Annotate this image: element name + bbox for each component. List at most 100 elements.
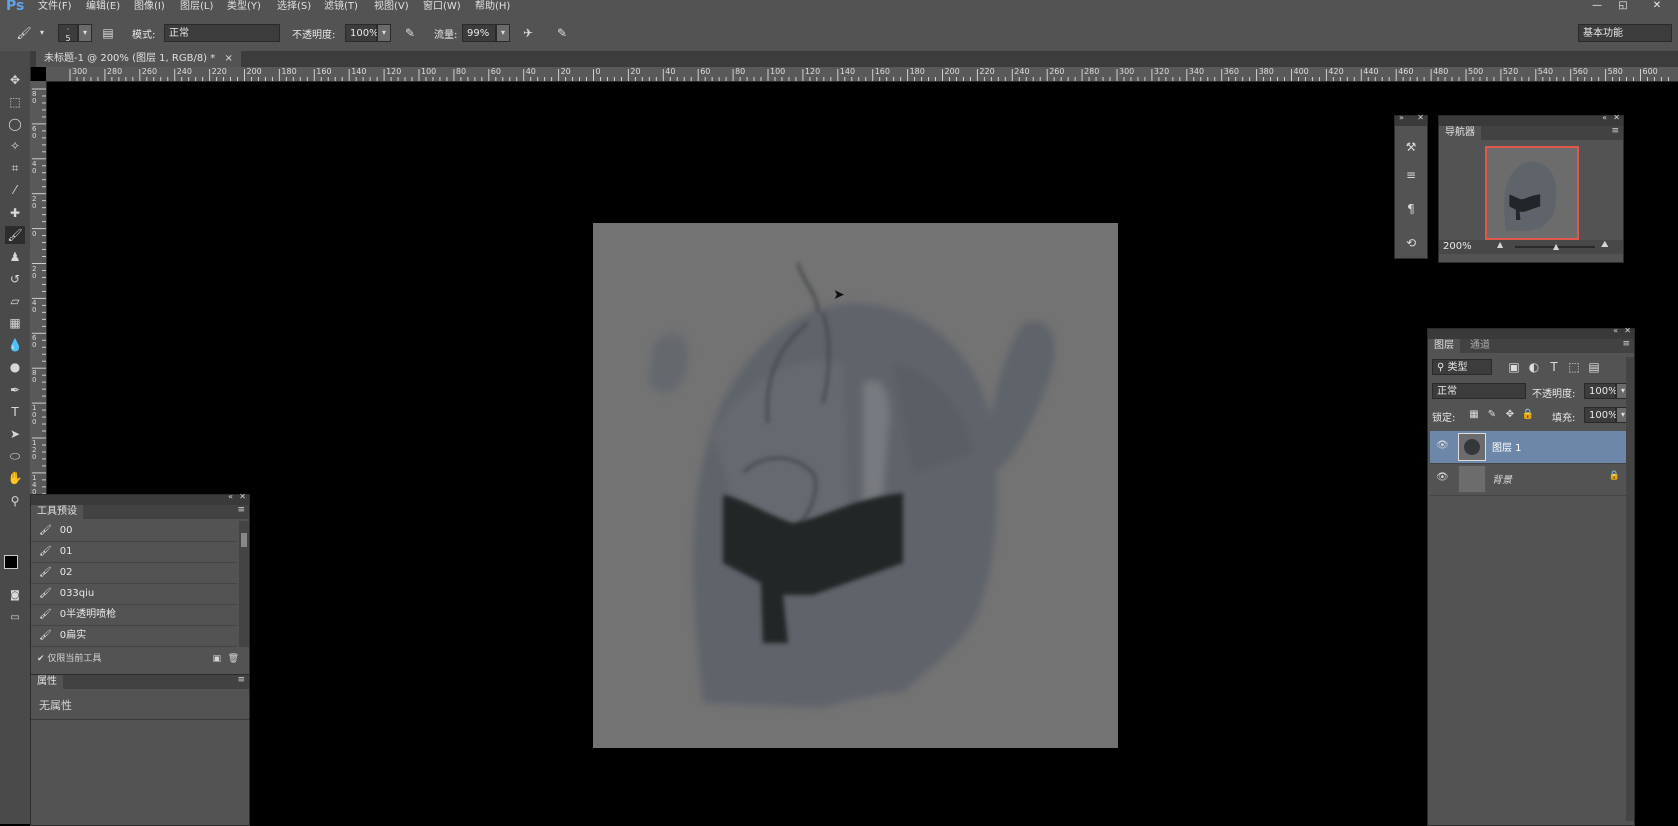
filter-adjustment-icon[interactable]: ◐ <box>1526 359 1542 375</box>
tool-preset-dropdown-icon[interactable]: ▾ <box>34 25 50 41</box>
paragraph-icon[interactable]: ¶ <box>1401 200 1421 218</box>
minimize-button[interactable]: — <box>1584 0 1610 14</box>
crop-tool-icon[interactable]: ⌗ <box>5 159 25 177</box>
preset-item[interactable]: 🖌 02 <box>31 563 237 584</box>
filter-shape-icon[interactable]: ⬚ <box>1566 359 1582 375</box>
lasso-tool-icon[interactable]: ◯ <box>5 115 25 133</box>
menu-help[interactable]: 帮助(H) <box>475 0 510 14</box>
dock-expand-icon[interactable]: » <box>1399 113 1404 122</box>
layers-collapse-icon[interactable]: « <box>1613 326 1618 335</box>
menu-file[interactable]: 文件(F) <box>38 0 72 14</box>
navigator-tab[interactable]: 导航器 <box>1439 126 1481 140</box>
brush-tool-icon[interactable]: 🖌 <box>16 25 32 41</box>
preset-item[interactable]: 🖌 01 <box>31 542 237 563</box>
filter-smart-object-icon[interactable]: ▤ <box>1586 359 1602 375</box>
menu-image[interactable]: 图像(I) <box>134 0 165 14</box>
visibility-eye-icon[interactable]: 👁 <box>1436 472 1449 483</box>
workspace-select[interactable]: 基本功能 <box>1578 24 1672 42</box>
ellipse-tool-icon[interactable]: ⬭ <box>5 447 25 465</box>
tool-presets-collapse-icon[interactable]: « <box>228 492 233 501</box>
brush-size-field[interactable]: · 5 <box>58 24 78 43</box>
document-tab[interactable]: 未标题-1 @ 200% (图层 1, RGB/8) * × <box>36 51 241 67</box>
tab-tool-presets[interactable]: 工具预设 <box>31 505 83 519</box>
brush-picker-dropdown[interactable]: ▾ <box>78 24 92 42</box>
fill-field[interactable]: 100% <box>1584 407 1618 423</box>
move-tool-icon[interactable]: ✥ <box>5 71 25 89</box>
blur-tool-icon[interactable]: 💧 <box>5 336 25 354</box>
panel-menu-icon[interactable]: ≡ <box>1611 126 1619 136</box>
preset-item[interactable]: 🖌 0扁实 <box>31 626 237 647</box>
preset-scrollbar[interactable] <box>239 521 249 647</box>
layer-opacity-field[interactable]: 100% <box>1584 383 1618 399</box>
path-selection-tool-icon[interactable]: ➤ <box>5 425 25 443</box>
tool-presets-menu-icon[interactable]: ≡ <box>237 505 245 515</box>
gradient-tool-icon[interactable]: ▦ <box>5 314 25 332</box>
tab-properties[interactable]: 属性 <box>31 675 63 689</box>
foreground-color-swatch[interactable] <box>4 555 18 569</box>
menu-layer[interactable]: 图层(L) <box>180 0 213 14</box>
lock-position-icon[interactable]: ✥ <box>1502 407 1518 423</box>
healing-brush-tool-icon[interactable]: ✚ <box>5 204 25 222</box>
type-tool-icon[interactable]: T <box>5 403 25 421</box>
layers-menu-icon[interactable]: ≡ <box>1622 339 1630 349</box>
menu-edit[interactable]: 编辑(E) <box>86 0 120 14</box>
layer-name[interactable]: 图层 1 <box>1492 439 1522 454</box>
navigator-view-box[interactable] <box>1485 146 1579 240</box>
preset-item[interactable]: 🖌 00 <box>31 521 237 542</box>
current-tool-only-row[interactable]: ✔ 仅限当前工具 ▣ 🗑 <box>31 651 249 667</box>
brush-presets-icon[interactable]: ⚒ <box>1401 138 1421 156</box>
pen-tool-icon[interactable]: ✒ <box>5 381 25 399</box>
lock-transparency-icon[interactable]: ▦ <box>1466 407 1482 423</box>
zoom-slider-thumb[interactable]: ▲ <box>1553 242 1559 251</box>
eraser-tool-icon[interactable]: ▱ <box>5 292 25 310</box>
brush-panel-toggle-icon[interactable]: ▤ <box>100 25 116 41</box>
document-canvas[interactable]: ➤ <box>593 223 1118 748</box>
menu-filter[interactable]: 滤镜(T) <box>324 0 358 14</box>
lock-image-icon[interactable]: ✎ <box>1484 407 1500 423</box>
zoom-tool-icon[interactable]: ⚲ <box>5 492 25 510</box>
pressure-opacity-icon[interactable]: ✎ <box>402 25 418 41</box>
blend-mode-select[interactable]: 正常 <box>1432 383 1526 399</box>
brush-settings-icon[interactable]: ≡ <box>1401 166 1421 184</box>
layer-filter-select[interactable]: ⚲ 类型 <box>1432 359 1492 375</box>
menu-type[interactable]: 类型(Y) <box>227 0 261 14</box>
pressure-size-icon[interactable]: ✎ <box>554 25 570 41</box>
opacity-dropdown[interactable]: ▾ <box>377 24 391 42</box>
tab-layers[interactable]: 图层 <box>1428 339 1460 353</box>
layers-close-icon[interactable]: ✕ <box>1624 326 1631 335</box>
flow-field[interactable]: 99% <box>462 24 496 42</box>
properties-menu-icon[interactable]: ≡ <box>237 675 245 685</box>
filter-type-icon[interactable]: T <box>1546 359 1562 375</box>
layer-row-layer1[interactable]: 👁 图层 1 <box>1430 431 1628 464</box>
tool-presets-close-icon[interactable]: ✕ <box>239 492 246 501</box>
menu-select[interactable]: 选择(S) <box>277 0 311 14</box>
tab-channels[interactable]: 通道 <box>1464 339 1496 353</box>
filter-pixel-icon[interactable]: ▣ <box>1506 359 1522 375</box>
mode-select[interactable]: 正常 <box>164 24 280 42</box>
zoom-out-icon[interactable]: ▲ <box>1497 240 1503 249</box>
visibility-eye-icon[interactable]: 👁 <box>1436 440 1449 451</box>
magic-wand-tool-icon[interactable]: ✧ <box>5 137 25 155</box>
history-icon[interactable]: ⟲ <box>1401 234 1421 252</box>
menu-window[interactable]: 窗口(W) <box>423 0 461 14</box>
new-preset-icon[interactable]: ▣ <box>212 651 221 667</box>
delete-preset-icon[interactable]: 🗑 <box>228 651 239 667</box>
flow-dropdown[interactable]: ▾ <box>496 24 510 42</box>
preset-item[interactable]: 🖌 0半透明喷枪 <box>31 605 237 626</box>
document-tab-close-icon[interactable]: × <box>224 53 232 64</box>
history-brush-tool-icon[interactable]: ↺ <box>5 270 25 288</box>
preset-item[interactable]: 🖌 033qiu <box>31 584 237 605</box>
layers-scrollbar[interactable] <box>1626 357 1634 821</box>
brush-tool-active-icon[interactable]: 🖌 <box>5 226 25 244</box>
screen-mode-icon[interactable]: ▭ <box>5 609 25 627</box>
zoom-in-icon[interactable]: ⛰ <box>1601 240 1609 250</box>
dock-close-icon[interactable]: ✕ <box>1417 113 1424 122</box>
close-window-button[interactable]: ✕ <box>1644 0 1670 14</box>
stamp-tool-icon[interactable]: ♟ <box>5 248 25 266</box>
layer-name[interactable]: 背景 <box>1492 471 1512 486</box>
lock-all-icon[interactable]: 🔒 <box>1520 407 1536 423</box>
navigator-close-icon[interactable]: ✕ <box>1613 113 1620 122</box>
marquee-tool-icon[interactable]: ⬚ <box>5 93 25 111</box>
hand-tool-icon[interactable]: ✋ <box>5 469 25 487</box>
restore-button[interactable]: ◱ <box>1610 0 1636 14</box>
